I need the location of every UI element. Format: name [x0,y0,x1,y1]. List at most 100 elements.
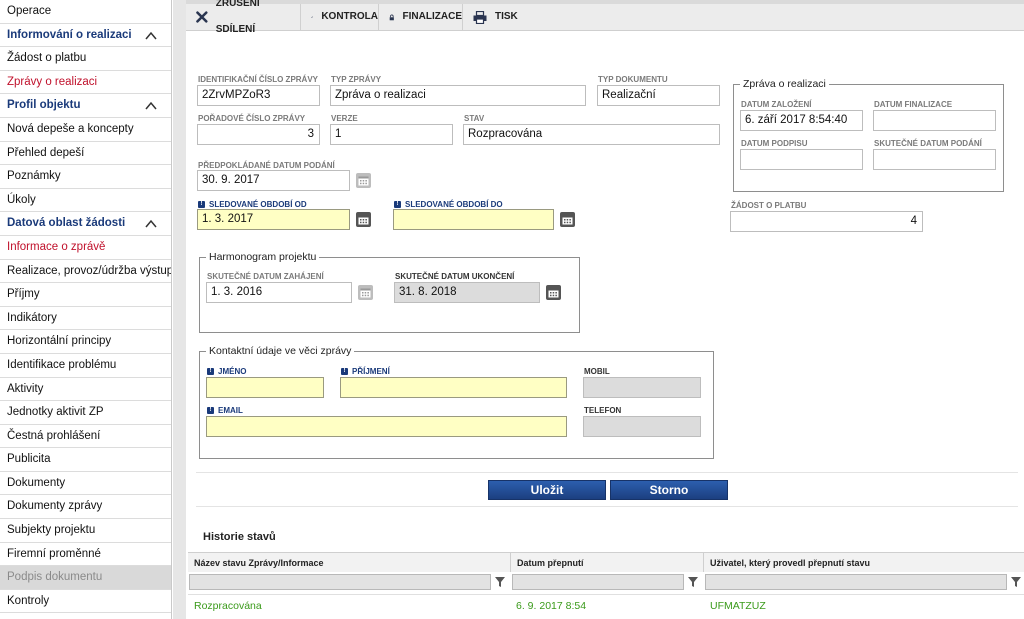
save-button[interactable]: Uložit [488,480,606,500]
period-from-field[interactable]: 1. 3. 2017 [197,209,350,230]
history-col-user[interactable]: Uživatel, který provedl přepnutí stavu [704,552,1024,572]
calendar-icon[interactable] [356,212,371,227]
sidebar-item-label: Příjmy [7,288,40,301]
sidebar-section[interactable]: Profil objektu [0,94,171,118]
sidebar-item[interactable]: Operace [0,0,171,24]
submitted-field[interactable] [873,149,996,170]
created-field[interactable]: 6. září 2017 8:54:40 [740,110,863,131]
sidebar-item[interactable]: Publicita [0,448,171,472]
sidebar-item[interactable]: Firemní proměnné [0,543,171,567]
sidebar-item[interactable]: Identifikace problému [0,354,171,378]
history-title: Historie stavů [203,531,276,543]
sidebar-item-label: Informace o zprávě [7,240,106,253]
check-button[interactable]: KONTROLA [301,4,379,30]
sidebar-item-label: Identifikace problému [7,358,117,371]
filter-icon[interactable] [687,576,699,588]
submitted-label: SKUTEČNÉ DATUM PODÁNÍ [874,139,982,148]
sidebar-section[interactable]: Datová oblast žádosti [0,212,171,236]
calendar-icon[interactable] [560,212,575,227]
first-name-field[interactable] [206,377,324,398]
sidebar-item[interactable]: Informace o zprávě [0,236,171,260]
filter-input-date[interactable] [512,574,684,590]
chevron-up-icon[interactable] [145,219,157,229]
sidebar-item-label: Úkoly [7,193,36,206]
payment-field[interactable]: 4 [730,211,923,232]
doc-type-label: TYP DOKUMENTU [598,75,668,84]
doc-type-field[interactable]: Realizační [597,85,720,106]
sidebar-item[interactable]: Přehled depeší [0,142,171,166]
sidebar-item[interactable]: Příjmy [0,283,171,307]
finalized-field[interactable] [873,110,996,131]
history-cell-user: UFMATZUZ [710,600,766,612]
sidebar-item[interactable]: Aktivity [0,378,171,402]
toolbar: ZRUŠENÍ SDÍLENÍ KONTROLA FINALIZACE TISK [186,0,1024,35]
sidebar-item[interactable]: Subjekty projektu [0,519,171,543]
required-icon: ! [207,407,214,414]
start-date-label: SKUTEČNÉ DATUM ZAHÁJENÍ [207,272,324,281]
report-type-field[interactable]: Zpráva o realizaci [330,85,586,106]
sidebar-item[interactable]: Úkoly [0,189,171,213]
sidebar-item[interactable]: Poznámky [0,165,171,189]
sidebar-item[interactable]: Kontroly [0,590,171,614]
period-to-field[interactable] [393,209,554,230]
filter-input-state[interactable] [189,574,491,590]
print-button[interactable]: TISK [463,4,523,30]
expected-date-field[interactable]: 30. 9. 2017 [197,170,350,191]
checkmark-icon [311,16,314,18]
calendar-icon[interactable] [358,285,373,300]
finalize-button[interactable]: FINALIZACE [379,4,463,30]
end-date-field[interactable]: 31. 8. 2018 [394,282,540,303]
chevron-up-icon[interactable] [145,31,157,41]
required-icon: ! [341,368,348,375]
required-icon: ! [198,201,205,208]
sidebar-item[interactable]: Jednotky aktivit ZP [0,401,171,425]
version-field[interactable]: 1 [330,124,453,145]
history-col-date[interactable]: Datum přepnutí [511,552,704,572]
schedule-title: Harmonogram projektu [206,251,320,263]
email-field[interactable] [206,416,567,437]
filter-icon[interactable] [494,576,506,588]
table-row[interactable] [188,594,1024,619]
report-id-field[interactable]: 2ZrvMPZoR3 [197,85,320,106]
expected-date-label: PŘEDPOKLÁDANÉ DATUM PODÁNÍ [198,161,335,170]
calendar-icon[interactable] [546,285,561,300]
sidebar-section[interactable]: Informování o realizaci [0,24,171,48]
filter-icon[interactable] [1010,576,1022,588]
sidebar-item[interactable]: Indikátory [0,307,171,331]
start-date-field[interactable]: 1. 3. 2016 [206,282,352,303]
contact-group: Kontaktní údaje ve věci zprávy [199,345,714,459]
calendar-icon[interactable] [356,173,371,188]
sidebar-item[interactable]: Realizace, provoz/údržba výstupu [0,260,171,284]
state-label: STAV [464,114,485,123]
sidebar-splitter[interactable] [173,0,186,619]
finalize-label: FINALIZACE [402,11,462,22]
filter-input-user[interactable] [705,574,1007,590]
sidebar-item-label: Informování o realizaci [7,28,132,41]
sidebar-item-label: Aktivity [7,382,44,395]
sidebar-item[interactable]: Čestná prohlášení [0,425,171,449]
history-col-state[interactable]: Název stavu Zprávy/Informace [188,552,511,572]
signed-label: DATUM PODPISU [741,139,808,148]
cancel-button[interactable]: Storno [610,480,728,500]
print-label: TISK [495,11,518,22]
last-name-field[interactable] [340,377,567,398]
phone-field[interactable] [583,416,701,437]
sidebar-item-label: Čestná prohlášení [7,429,101,442]
sidebar-item-label: Firemní proměnné [7,547,101,560]
sidebar-item[interactable]: Dokumenty [0,472,171,496]
sidebar-item[interactable]: Nová depeše a koncepty [0,118,171,142]
mobile-field[interactable] [583,377,701,398]
required-icon: ! [394,201,401,208]
sidebar-item[interactable]: Dokumenty zprávy [0,495,171,520]
report-type-label: TYP ZPRÁVY [331,75,382,84]
sidebar-item[interactable]: Zprávy o realizaci [0,71,171,95]
sidebar-item-label: Zprávy o realizaci [7,75,98,88]
state-field[interactable]: Rozpracována [463,124,720,145]
chevron-up-icon[interactable] [145,101,157,111]
sidebar-item[interactable]: Žádost o platbu [0,47,171,71]
cancel-sharing-button[interactable]: ZRUŠENÍ SDÍLENÍ [186,0,301,35]
sidebar-item[interactable]: Podpis dokumentu [0,566,171,590]
sidebar-item[interactable]: Horizontální principy [0,330,171,354]
signed-field[interactable] [740,149,863,170]
order-field[interactable]: 3 [197,124,320,145]
